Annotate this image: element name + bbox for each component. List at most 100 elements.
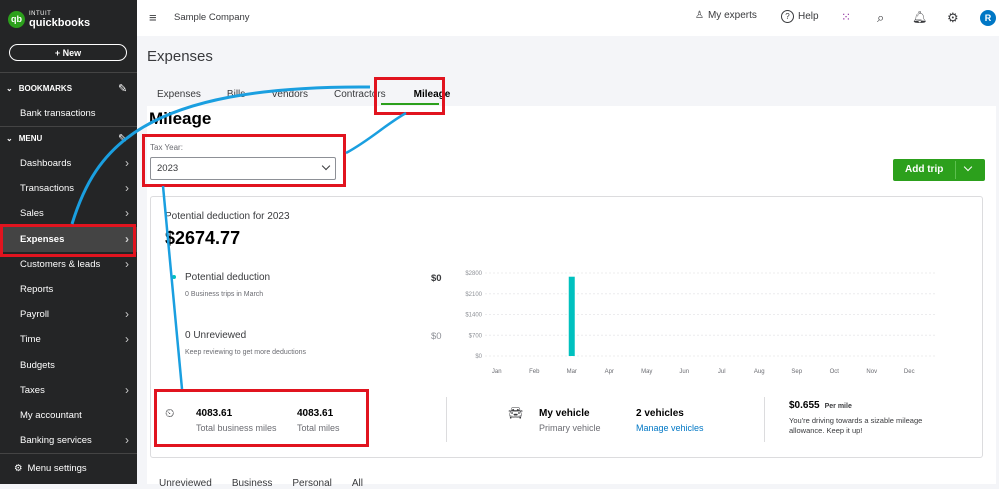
divider [955,161,956,179]
x-tick-label: Apr [605,369,614,375]
chevron-right-icon: › [125,156,129,170]
top-bar: ≡ Sample Company ♙ My experts ? Help ⁙ ⌕… [137,0,999,36]
manage-vehicles-link[interactable]: Manage vehicles [636,423,704,433]
potential-deduction-label: Potential deduction [185,272,271,283]
x-tick-label: Dec [904,369,915,375]
help-icon: ? [781,10,794,23]
my-experts-button[interactable]: ♙ My experts [695,10,757,21]
sidebar-item-label: My accountant [20,410,82,421]
sidebar-item-label: Sales [20,208,44,220]
chevron-down-icon: ⌄ [6,84,13,93]
my-experts-label: My experts [707,10,757,21]
sidebar-item-label: Time [20,334,41,346]
apps-grid-icon[interactable]: ⁙ [841,10,851,24]
y-tick-label: $2800 [465,271,482,277]
chart-bar-mar[interactable] [568,276,575,356]
vehicle-count: 2 vehicles [636,408,684,419]
chevron-right-icon: › [125,181,129,196]
sidebar-item-label: Transactions [20,183,75,195]
edit-pencil-icon[interactable]: ✎ [118,132,127,145]
menu-label: MENU [18,134,43,143]
y-tick-label: $700 [469,333,483,339]
highlight-mileage-tab [374,77,445,115]
x-tick-label: Mar [567,369,577,375]
menu-section[interactable]: ⌄ MENU [6,134,42,143]
y-tick-label: $0 [475,354,482,360]
unreviewed-value: $0 [431,331,442,342]
mileage-rate: $0.655 [789,400,820,411]
sidebar-item-label: Customers & leads [20,258,101,270]
chevron-right-icon: › [125,332,129,347]
person-icon: ♙ [695,10,704,21]
quickbooks-logo[interactable]: qb INTUIT quickbooks [8,10,91,29]
rate-note-line2: allowance. Keep it up! [789,426,863,435]
business-trips-sub: 0 Business trips in March [185,291,264,298]
bell-icon[interactable]: 🔔︎ [912,10,927,24]
sidebar-item-payroll[interactable]: Payroll › [0,302,137,327]
chevron-right-icon: › [125,206,129,221]
sidebar-item-label: Dashboards [20,158,72,169]
add-trip-dropdown-icon[interactable] [963,162,973,172]
vehicle-title: My vehicle [539,408,590,419]
x-tick-label: Jul [718,369,726,375]
unreviewed-label[interactable]: 0 Unreviewed [185,330,246,341]
x-tick-label: Aug [754,369,765,375]
sidebar-item-transactions[interactable]: Transactions › [0,176,137,201]
qb-logo-icon: qb [8,10,25,28]
help-button[interactable]: ? Help [781,10,819,23]
menu-settings-label: Menu settings [27,463,87,474]
menu-settings[interactable]: ⚙ Menu settings [0,453,137,484]
new-button[interactable]: + New [9,44,127,61]
rate-note-line1: You're driving towards a sizable mileage [789,416,923,425]
mileage-heading: Mileage [149,109,212,128]
chevron-right-icon: › [125,382,129,397]
sidebar-item-label: Banking services [20,435,92,447]
sidebar-item-taxes[interactable]: Taxes › [0,378,137,403]
logo-quickbooks-text: quickbooks [29,17,91,29]
legend-dot-icon [172,275,176,279]
x-tick-label: Feb [529,369,540,375]
divider [764,397,765,442]
sidebar-item-my-accountant[interactable]: My accountant [0,403,137,428]
page-title: Expenses [147,48,213,65]
divider [0,126,137,127]
x-tick-label: Sep [791,369,802,375]
highlight-expenses [0,224,136,257]
sidebar-item-budgets[interactable]: Budgets [0,353,137,378]
potential-deduction-title: Potential deduction for 2023 [165,211,290,222]
search-icon[interactable]: ⌕ [877,10,884,26]
monthly-deduction-chart: $2800 $2100 $1400 $700 $0 Jan Feb Mar Apr May Jun J… [465,271,935,375]
bookmarks-label: BOOKMARKS [18,84,73,93]
sidebar-item-bank-transactions[interactable]: Bank transactions [0,101,137,126]
chevron-right-icon: › [125,433,129,448]
vehicle-sub: Primary vehicle [539,423,601,433]
sidebar-item-dashboards[interactable]: Dashboards › [0,151,137,176]
sidebar-item-label: Budgets [20,359,55,371]
sidebar-item-reports[interactable]: Reports [0,277,137,302]
sidebar-item-label: Reports [20,284,54,295]
tab-expenses[interactable]: Expenses [147,86,211,104]
divider [0,72,137,73]
tab-bills[interactable]: Bills [217,86,255,104]
divider [446,397,447,442]
collapse-menu-icon[interactable]: ≡ [149,10,157,25]
tab-vendors[interactable]: Vendors [261,86,318,104]
bookmarks-section[interactable]: ⌄ BOOKMARKS [6,84,72,93]
highlight-miles [154,389,369,447]
y-tick-label: $2100 [465,292,482,298]
gear-icon[interactable]: ⚙ [947,10,959,26]
sidebar-item-sales[interactable]: Sales › [0,201,137,226]
unreviewed-sub: Keep reviewing to get more deductions [185,349,307,356]
sidebar-item-banking-services[interactable]: Banking services › [0,428,137,453]
potential-deduction-amount: $2674.77 [165,228,241,248]
potential-deduction-value: $0 [431,273,442,284]
add-trip-button[interactable]: Add trip [893,159,985,181]
chevron-right-icon: › [125,307,129,322]
y-tick-label: $1400 [465,313,482,319]
x-tick-label: May [641,369,652,375]
avatar[interactable]: R [980,10,996,26]
edit-pencil-icon[interactable]: ✎ [118,82,127,95]
sidebar-item-time[interactable]: Time › [0,327,137,352]
x-tick-label: Nov [866,369,877,375]
x-tick-label: Jun [679,369,689,375]
